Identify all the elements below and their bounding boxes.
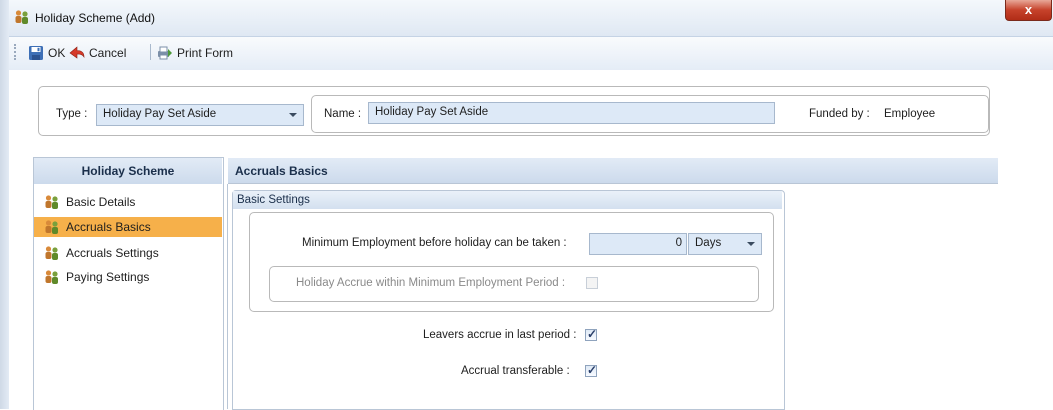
- checkmark-icon: ✓: [587, 363, 598, 377]
- type-label: Type :: [56, 108, 88, 120]
- accrue-within-label: Holiday Accrue within Minimum Employment…: [296, 277, 566, 289]
- chevron-down-icon: [747, 242, 755, 246]
- cancel-button[interactable]: Cancel: [69, 45, 126, 61]
- checkmark-icon: ✓: [587, 327, 598, 341]
- leavers-label: Leavers accrue in last period :: [423, 329, 577, 341]
- type-dropdown[interactable]: Holiday Pay Set Aside: [96, 104, 304, 126]
- ok-label: OK: [48, 46, 66, 60]
- sidebar-item-basic-details[interactable]: Basic Details: [40, 192, 222, 212]
- print-form-button[interactable]: Print Form: [157, 45, 233, 61]
- transferable-checkbox[interactable]: ✓: [585, 363, 598, 377]
- name-input[interactable]: Holiday Pay Set Aside: [368, 102, 775, 124]
- window-left-border: [0, 0, 9, 409]
- min-employment-value: 0: [675, 237, 682, 249]
- accrue-within-checkbox[interactable]: [586, 277, 598, 289]
- section-header: Accruals Basics: [228, 158, 998, 184]
- name-label: Name :: [324, 108, 362, 120]
- sidebar-item-label: Paying Settings: [66, 270, 150, 284]
- cancel-label: Cancel: [89, 46, 127, 60]
- transferable-label: Accrual transferable :: [461, 365, 570, 377]
- title-bar: [9, 0, 1053, 36]
- people-icon: [45, 220, 58, 234]
- leavers-checkbox[interactable]: ✓: [585, 327, 598, 341]
- people-icon: [45, 195, 58, 209]
- toolbar-grip[interactable]: [14, 44, 18, 60]
- type-dropdown-value: Holiday Pay Set Aside: [103, 108, 217, 120]
- save-icon: [29, 46, 43, 60]
- people-icon: [45, 270, 58, 284]
- sidebar-item-label: Accruals Basics: [66, 220, 151, 234]
- toolbar-separator: [150, 44, 151, 60]
- people-icon: [45, 246, 58, 260]
- sidebar-item-paying-settings[interactable]: Paying Settings: [40, 267, 222, 287]
- sidebar-item-accruals-settings[interactable]: Accruals Settings: [40, 243, 222, 263]
- sidebar-item-label: Accruals Settings: [66, 246, 159, 260]
- sidebar-item-label: Basic Details: [66, 195, 136, 209]
- people-app-icon: [15, 10, 28, 24]
- min-employment-label: Minimum Employment before holiday can be…: [302, 237, 567, 249]
- window-title: Holiday Scheme (Add): [35, 11, 156, 25]
- print-form-label: Print Form: [177, 46, 234, 60]
- min-employment-unit-dropdown[interactable]: Days: [688, 233, 762, 255]
- chevron-down-icon: [289, 113, 297, 117]
- main-divider: [227, 184, 228, 409]
- group-title: Basic Settings: [233, 191, 782, 209]
- funded-by-label: Funded by :: [809, 108, 870, 120]
- sidebar-header: Holiday Scheme: [34, 158, 222, 184]
- ok-button[interactable]: OK: [28, 45, 65, 61]
- min-employment-unit-value: Days: [695, 237, 722, 249]
- name-input-value: Holiday Pay Set Aside: [375, 106, 489, 118]
- funded-by-value: Employee: [884, 108, 936, 120]
- print-form-icon: [158, 46, 172, 60]
- back-arrow-icon: [69, 46, 85, 59]
- sidebar-item-accruals-basics[interactable]: Accruals Basics: [34, 217, 222, 237]
- close-button[interactable]: x: [1005, 0, 1052, 21]
- min-employment-input[interactable]: 0: [589, 233, 687, 255]
